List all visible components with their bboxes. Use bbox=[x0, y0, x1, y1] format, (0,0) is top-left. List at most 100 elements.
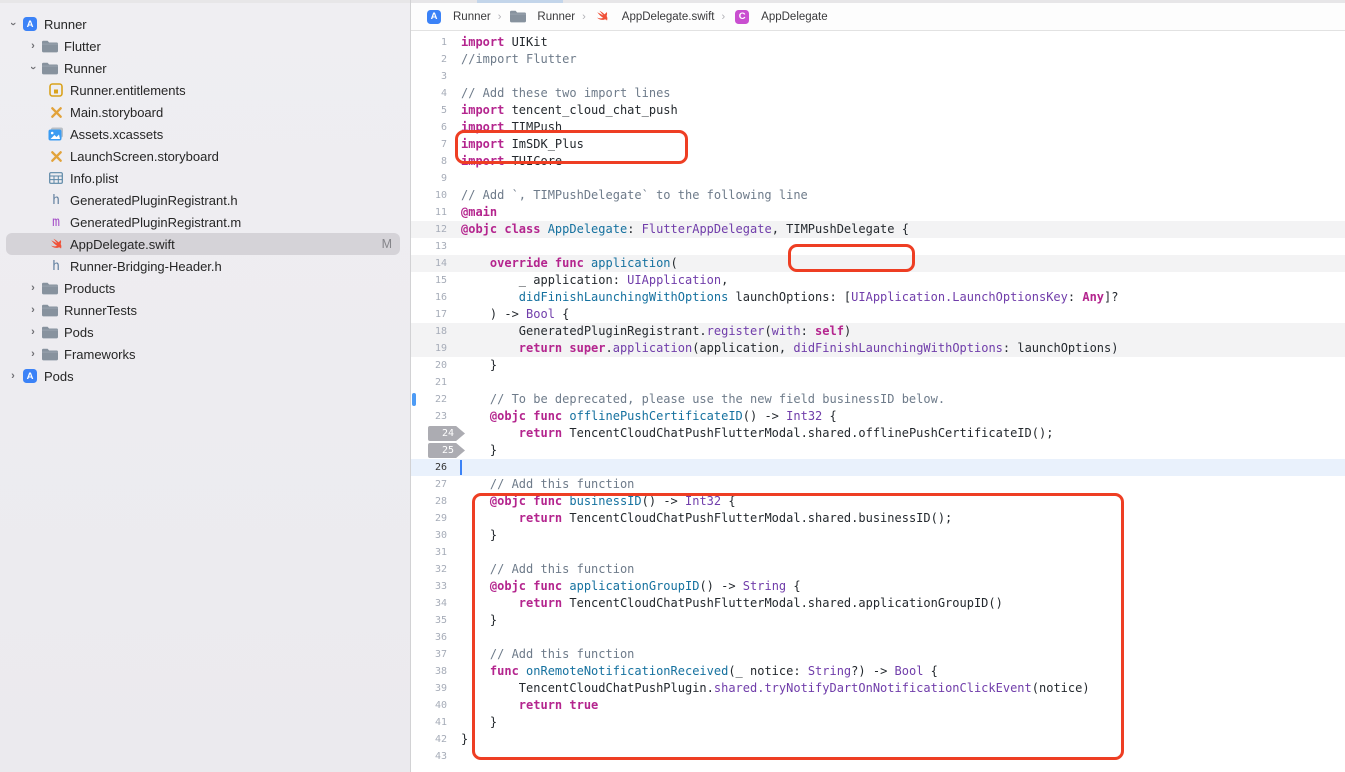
line-number[interactable]: 25 bbox=[411, 442, 455, 459]
code-line-18[interactable]: GeneratedPluginRegistrant.register(with:… bbox=[455, 323, 851, 340]
code-line-13[interactable] bbox=[455, 238, 461, 255]
line-number[interactable]: 28 bbox=[411, 493, 455, 510]
code-line-27[interactable]: // Add this function bbox=[455, 476, 634, 493]
sidebar-item-generatedpluginregistrant-m[interactable]: mGeneratedPluginRegistrant.m bbox=[0, 211, 410, 233]
line-number[interactable]: 18 bbox=[411, 323, 455, 340]
line-number[interactable]: 26 bbox=[411, 459, 455, 476]
disclosure-collapsed-icon[interactable]: › bbox=[26, 304, 40, 316]
sidebar-item-main-storyboard[interactable]: Main.storyboard bbox=[0, 101, 410, 123]
line-number[interactable]: 8 bbox=[411, 153, 455, 170]
line-number[interactable]: 43 bbox=[411, 748, 455, 765]
code-line-33[interactable]: @objc func applicationGroupID() -> Strin… bbox=[455, 578, 801, 595]
code-line-7[interactable]: import ImSDK_Plus bbox=[455, 136, 584, 153]
line-number[interactable]: 34 bbox=[411, 595, 455, 612]
code-line-30[interactable]: } bbox=[455, 527, 497, 544]
sidebar-item-assets-xcassets[interactable]: Assets.xcassets bbox=[0, 123, 410, 145]
line-number[interactable]: 36 bbox=[411, 629, 455, 646]
line-number[interactable]: 40 bbox=[411, 697, 455, 714]
line-number[interactable]: 31 bbox=[411, 544, 455, 561]
line-number[interactable]: 16 bbox=[411, 289, 455, 306]
line-number[interactable]: 30 bbox=[411, 527, 455, 544]
code-line-17[interactable]: ) -> Bool { bbox=[455, 306, 569, 323]
disclosure-collapsed-icon[interactable]: › bbox=[26, 40, 40, 52]
line-number[interactable]: 24 bbox=[411, 425, 455, 442]
line-number[interactable]: 10 bbox=[411, 187, 455, 204]
sidebar-item-products[interactable]: ›Products bbox=[0, 277, 410, 299]
code-line-22[interactable]: // To be deprecated, please use the new … bbox=[455, 391, 945, 408]
line-number[interactable]: 19 bbox=[411, 340, 455, 357]
line-number[interactable]: 39 bbox=[411, 680, 455, 697]
code-line-28[interactable]: @objc func businessID() -> Int32 { bbox=[455, 493, 736, 510]
line-number[interactable]: 35 bbox=[411, 612, 455, 629]
sidebar-item-frameworks[interactable]: ›Frameworks bbox=[0, 343, 410, 365]
code-line-8[interactable]: import TUICore bbox=[455, 153, 562, 170]
line-number[interactable]: 6 bbox=[411, 119, 455, 136]
sidebar-item-runner-bridging-header-h[interactable]: hRunner-Bridging-Header.h bbox=[0, 255, 410, 277]
code-line-20[interactable]: } bbox=[455, 357, 497, 374]
code-line-29[interactable]: return TencentCloudChatPushFlutterModal.… bbox=[455, 510, 952, 527]
code-line-10[interactable]: // Add `, TIMPushDelegate` to the follow… bbox=[455, 187, 808, 204]
sidebar-item-pods[interactable]: ›APods bbox=[0, 365, 410, 387]
code-line-34[interactable]: return TencentCloudChatPushFlutterModal.… bbox=[455, 595, 1003, 612]
line-number[interactable]: 9 bbox=[411, 170, 455, 187]
line-number[interactable]: 5 bbox=[411, 102, 455, 119]
code-line-3[interactable] bbox=[455, 68, 461, 85]
code-line-26[interactable] bbox=[455, 459, 461, 476]
code-line-41[interactable]: } bbox=[455, 714, 497, 731]
code-line-9[interactable] bbox=[455, 170, 461, 187]
code-line-19[interactable]: return super.application(application, di… bbox=[455, 340, 1118, 357]
sidebar-item-appdelegate-swift[interactable]: AppDelegate.swiftM bbox=[0, 233, 410, 255]
line-number[interactable]: 11 bbox=[411, 204, 455, 221]
code-line-43[interactable] bbox=[455, 748, 461, 765]
code-line-40[interactable]: return true bbox=[455, 697, 598, 714]
code-line-2[interactable]: //import Flutter bbox=[455, 51, 577, 68]
line-number[interactable]: 38 bbox=[411, 663, 455, 680]
code-line-16[interactable]: didFinishLaunchingWithOptions launchOpti… bbox=[455, 289, 1118, 306]
code-line-12[interactable]: @objc class AppDelegate: FlutterAppDeleg… bbox=[455, 221, 909, 238]
code-line-32[interactable]: // Add this function bbox=[455, 561, 634, 578]
code-line-24[interactable]: return TencentCloudChatPushFlutterModal.… bbox=[455, 425, 1053, 442]
line-number[interactable]: 32 bbox=[411, 561, 455, 578]
sidebar-item-info-plist[interactable]: Info.plist bbox=[0, 167, 410, 189]
code-line-36[interactable] bbox=[455, 629, 461, 646]
code-scroll-area[interactable]: 1import UIKit2//import Flutter34// Add t… bbox=[411, 31, 1345, 772]
code-line-5[interactable]: import tencent_cloud_chat_push bbox=[455, 102, 678, 119]
sidebar-item-pods[interactable]: ›Pods bbox=[0, 321, 410, 343]
code-line-1[interactable]: import UIKit bbox=[455, 34, 548, 51]
disclosure-expanded-icon[interactable]: › bbox=[27, 61, 39, 75]
disclosure-collapsed-icon[interactable]: › bbox=[26, 326, 40, 338]
breadcrumb-item-3[interactable]: CAppDelegate bbox=[732, 10, 828, 24]
disclosure-collapsed-icon[interactable]: › bbox=[6, 370, 20, 382]
breadcrumb-item-2[interactable]: AppDelegate.swift bbox=[593, 9, 715, 24]
line-number[interactable]: 37 bbox=[411, 646, 455, 663]
line-number[interactable]: 1 bbox=[411, 34, 455, 51]
breadcrumb-item-0[interactable]: ARunner bbox=[424, 10, 491, 24]
line-number[interactable]: 17 bbox=[411, 306, 455, 323]
sidebar-item-runner[interactable]: ›ARunner bbox=[0, 13, 410, 35]
breadcrumb-item-1[interactable]: Runner bbox=[508, 10, 575, 23]
line-number[interactable]: 20 bbox=[411, 357, 455, 374]
sidebar-item-generatedpluginregistrant-h[interactable]: hGeneratedPluginRegistrant.h bbox=[0, 189, 410, 211]
code-line-23[interactable]: @objc func offlinePushCertificateID() ->… bbox=[455, 408, 837, 425]
code-line-14[interactable]: override func application( bbox=[455, 255, 678, 272]
disclosure-collapsed-icon[interactable]: › bbox=[26, 348, 40, 360]
line-number[interactable]: 13 bbox=[411, 238, 455, 255]
line-number[interactable]: 22 bbox=[411, 391, 455, 408]
sidebar-item-flutter[interactable]: ›Flutter bbox=[0, 35, 410, 57]
sidebar-item-runner-entitlements[interactable]: Runner.entitlements bbox=[0, 79, 410, 101]
line-number[interactable]: 12 bbox=[411, 221, 455, 238]
line-number[interactable]: 4 bbox=[411, 85, 455, 102]
sidebar-item-launchscreen-storyboard[interactable]: LaunchScreen.storyboard bbox=[0, 145, 410, 167]
line-number[interactable]: 42 bbox=[411, 731, 455, 748]
line-number[interactable]: 27 bbox=[411, 476, 455, 493]
disclosure-expanded-icon[interactable]: › bbox=[7, 17, 19, 31]
sidebar-item-runnertests[interactable]: ›RunnerTests bbox=[0, 299, 410, 321]
sidebar-item-runner[interactable]: ›Runner bbox=[0, 57, 410, 79]
code-line-37[interactable]: // Add this function bbox=[455, 646, 634, 663]
code-line-31[interactable] bbox=[455, 544, 461, 561]
sidebar-divider[interactable] bbox=[410, 0, 411, 772]
code-line-15[interactable]: _ application: UIApplication, bbox=[455, 272, 728, 289]
line-number[interactable]: 23 bbox=[411, 408, 455, 425]
code-line-35[interactable]: } bbox=[455, 612, 497, 629]
line-number[interactable]: 2 bbox=[411, 51, 455, 68]
